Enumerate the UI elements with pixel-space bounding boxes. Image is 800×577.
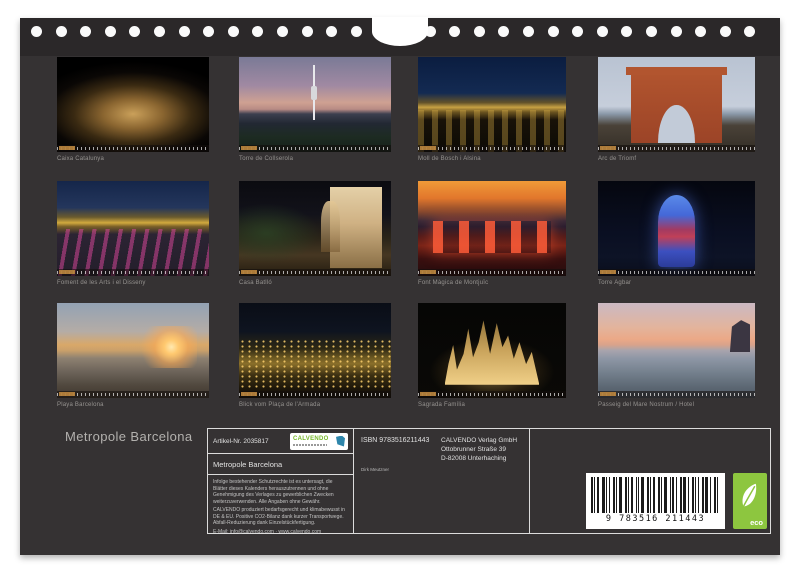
thumbnail-image [57,303,209,398]
photo-placa-de-larmada: Blick vom Plaça de l'Armada [239,303,391,408]
photo-caption: Passeig del Mare Nostrum / Hotel [598,402,755,408]
thumbnail-image [418,303,566,398]
photo-caption: Moll de Bosch i Alsina [418,156,566,162]
article-row: Artikel-Nr. 2035817 CALVENDO [208,429,353,454]
publisher-name: CALVENDO Verlag GmbH [441,437,517,446]
eco-logo: eco [733,473,767,529]
thumbnail-image [57,181,209,276]
calvendo-logo: CALVENDO [290,433,348,450]
photo-detail-shape [631,70,722,142]
photo-caption: Foment de les Arts i el Disseny [57,280,209,286]
publisher-street: Ottobrunner Straße 39 [441,446,517,455]
imprint-box: Artikel-Nr. 2035817 CALVENDO Metropole B… [207,428,771,534]
calendar-back-page: Caixa Catalunya Torre de Collserola Moll… [20,18,780,555]
photo-moll-de-bosch-i-alsina: Moll de Bosch i Alsina [418,57,566,162]
photo-caption: Torre Agbar [598,280,755,286]
photo-caption: Casa Batlló [239,280,391,286]
calendar-title: Metropole Barcelona [65,429,193,444]
thumbnail-image [239,181,391,276]
barcode-bars [591,477,720,513]
photo-caption: Font Màgica de Montjuïc [418,280,566,286]
barcode-digits: 9 783516 211443 [586,513,725,526]
photo-foment-de-les-arts: Foment de les Arts i el Disseny [57,181,209,286]
photo-caption: Caixa Catalunya [57,156,209,162]
photo-detail-shape [418,110,566,152]
imprint-article-cell: Artikel-Nr. 2035817 CALVENDO Metropole B… [208,429,354,533]
article-number: Artikel-Nr. 2035817 [213,438,269,445]
photo-mare-nostrum: Passeig del Mare Nostrum / Hotel [598,303,755,408]
thumbnail-image [598,181,755,276]
photo-casa-batllo: Casa Batlló [239,181,391,286]
calvendo-logo-icon [336,436,345,447]
thumbnail-image [239,303,391,398]
photo-playa-barcelona: Playa Barcelona [57,303,209,408]
calvendo-logo-text-block: CALVENDO [293,436,329,446]
photo-caption: Playa Barcelona [57,402,209,408]
photo-detail-shape [133,326,197,368]
photo-caption: Arc de Triomf [598,156,755,162]
imprint-publisher-cell: ISBN 9783516211443 CALVENDO Verlag GmbH … [353,429,530,533]
legal-text-block: Infolge bestehender Schutzrechte ist es … [208,475,353,541]
isbn-number: ISBN 9783516211443 [361,437,429,444]
photo-torre-de-collserola: Torre de Collserola [239,57,391,162]
thumbnail-image [57,57,209,152]
contact-text: E-Mail: info@calvendo.com · www.calvendo… [213,529,348,536]
photo-torre-agbar: Torre Agbar [598,181,755,286]
thumbnail-image [598,303,755,398]
imprint-barcode-cell: 9 783516 211443 eco [529,429,770,533]
photo-caption: Blick vom Plaça de l'Armada [239,402,391,408]
photo-detail-shape [57,229,209,277]
hanger-notch [372,17,428,46]
leaf-icon [735,475,765,519]
eco-production-text: CALVENDO produziert bedarfsgerecht und k… [213,507,348,527]
imprint-title: Metropole Barcelona [208,454,353,475]
photo-detail-shape [445,316,540,384]
photo-detail-shape [239,339,391,390]
publisher-city: D-82008 Unterhaching [441,455,517,464]
photo-caixa-catalunya: Caixa Catalunya [57,57,209,162]
author-name: Dirk Meutzner [361,467,389,472]
photo-caption: Sagrada Família [418,402,566,408]
thumbnail-image [418,57,566,152]
photo-detail-shape [658,195,696,267]
photo-sagrada-familia: Sagrada Família [418,303,566,408]
photo-detail-shape [730,320,750,352]
publisher-address: CALVENDO Verlag GmbH Ottobrunner Straße … [441,437,517,463]
eco-label: eco [750,518,763,527]
calvendo-tagline [293,444,327,446]
photo-font-magica: Font Màgica de Montjuïc [418,181,566,286]
thumbnail-image [598,57,755,152]
thumbnail-image [239,57,391,152]
ean-barcode: 9 783516 211443 [586,473,725,529]
calvendo-wordmark: CALVENDO [293,436,329,442]
thumbnail-image [418,181,566,276]
photo-detail-shape [330,187,382,269]
photo-detail-shape [313,65,315,120]
photo-arc-de-triomf: Arc de Triomf [598,57,755,162]
photo-caption: Torre de Collserola [239,156,391,162]
legal-text: Infolge bestehender Schutzrechte ist es … [213,479,348,505]
photo-detail-shape [433,221,551,253]
